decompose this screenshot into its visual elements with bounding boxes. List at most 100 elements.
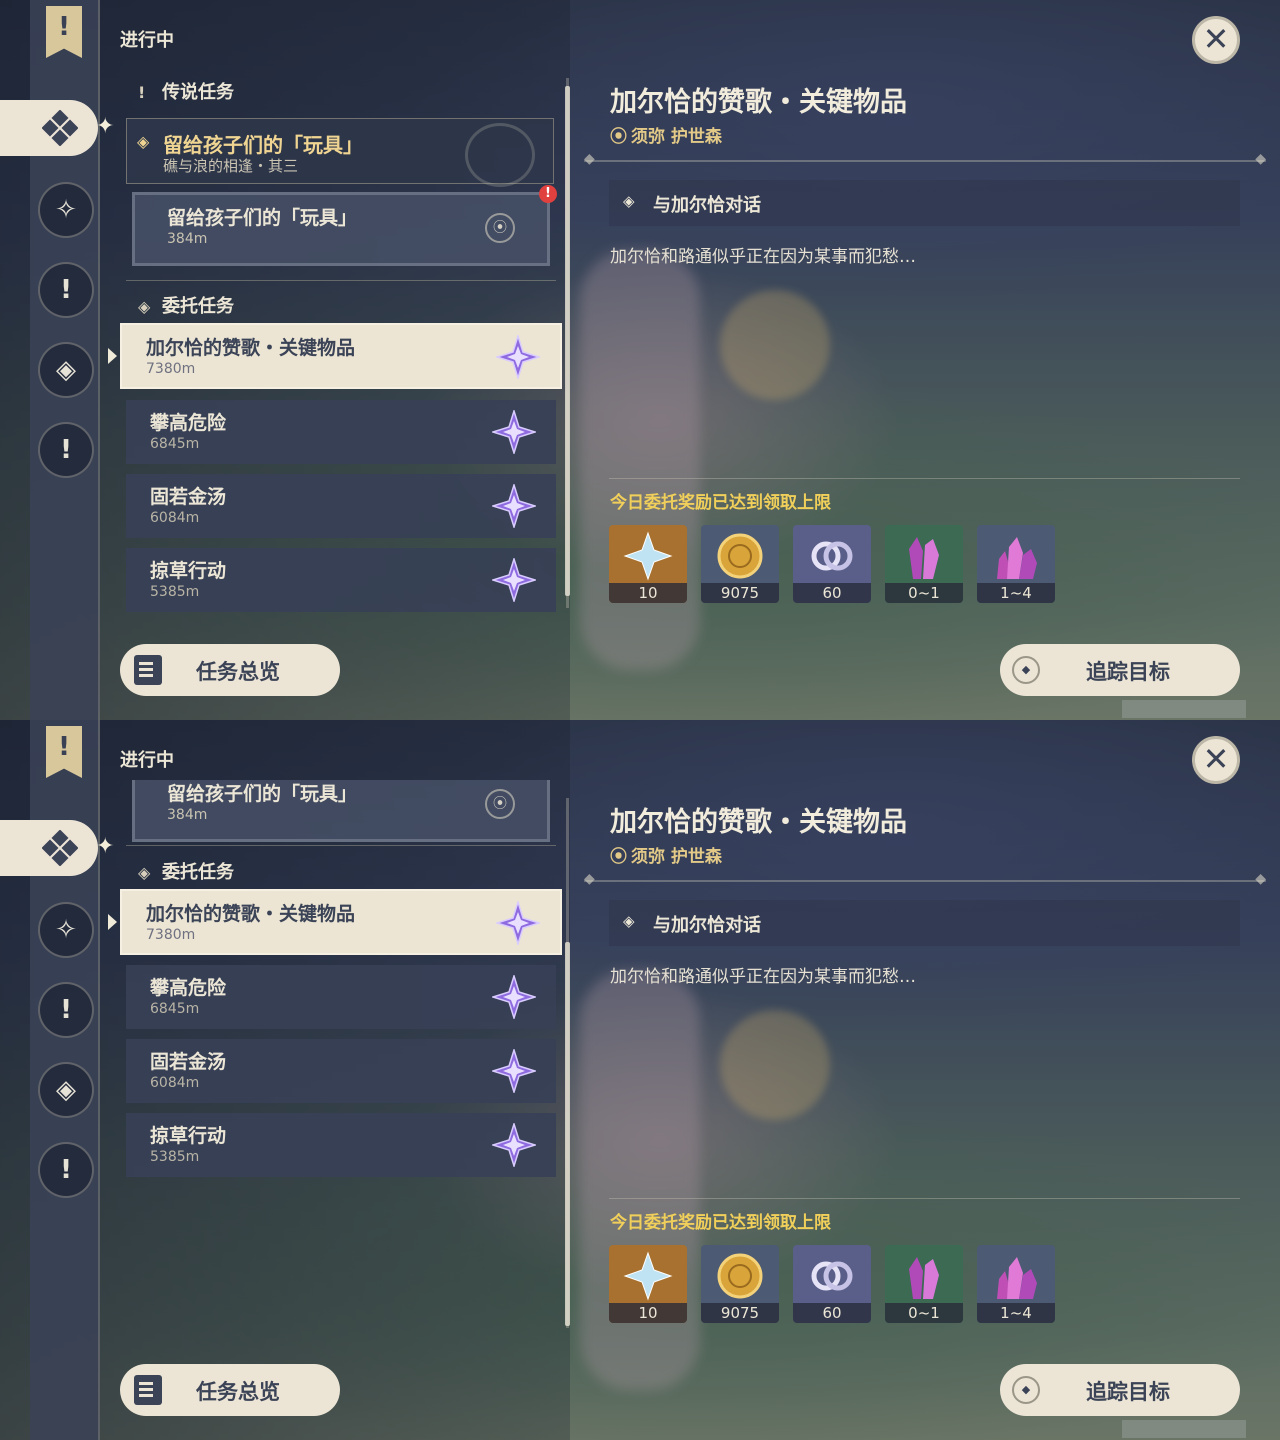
quest-overview-button[interactable]: 任务总览 [120, 1364, 340, 1416]
track-target-icon: ◆ [1012, 656, 1040, 684]
quest-item[interactable]: 固若金汤 6084m [126, 474, 556, 538]
quest-item[interactable]: 攀高危险 6845m [126, 400, 556, 464]
story-quest-icon[interactable]: ! [38, 982, 94, 1038]
commission-star-icon [492, 1123, 536, 1167]
archon-quest-icon[interactable]: ✧ [38, 182, 94, 238]
companionship-icon [811, 541, 853, 571]
commission-star-icon [496, 335, 540, 379]
world-quest-icon[interactable]: ◈ [38, 1062, 94, 1118]
background-crescent [720, 1010, 830, 1120]
quest-distance: 5385m [150, 584, 200, 600]
world-quest-icon[interactable]: ◈ [38, 342, 94, 398]
section-divider [126, 845, 556, 846]
crystal-icon [909, 537, 939, 579]
quest-item[interactable]: 固若金汤 6084m [126, 1039, 556, 1103]
story-quest-icon[interactable]: ! [38, 262, 94, 318]
close-icon[interactable]: ✕ [1192, 16, 1240, 64]
quest-log-view-top: ! ✦ ✧ ! ◈ ! 进行中 ! 传说任务 ◈ 留给孩子们的「玩具」 礁与浪的相… [0, 0, 1280, 720]
background-figure [580, 970, 700, 1390]
reward-mora[interactable]: 9075 [701, 1245, 779, 1323]
uid-strip [1122, 700, 1246, 718]
detail-description: 加尔恰和路通似乎正在因为某事而犯愁… [610, 967, 916, 987]
quest-distance: 6845m [150, 436, 200, 452]
reward-crystal-small[interactable]: 0~1 [885, 525, 963, 603]
list-clip: 留给孩子们的「玩具」 384m ⦿ [126, 780, 566, 854]
legend-section-label: ! 传说任务 [138, 82, 234, 103]
legend-quest-card[interactable]: ◈ 留给孩子们的「玩具」 礁与浪的相逢・其三 [126, 118, 554, 187]
reward-crystal-small[interactable]: 0~1 [885, 1245, 963, 1323]
selected-arrow-icon [108, 348, 117, 364]
quest-item-selected[interactable]: 加尔恰的赞歌・关键物品 7380m [120, 323, 562, 389]
ornament-divider [584, 151, 1266, 167]
objective-diamond-icon: ◈ [623, 192, 635, 210]
subtask-distance: 384m [167, 231, 208, 247]
crystal-cluster-icon [997, 1257, 1037, 1299]
subtask-distance: 384m [167, 807, 208, 823]
selected-arrow-icon [108, 914, 117, 930]
quest-item[interactable]: 攀高危险 6845m [126, 965, 556, 1029]
commission-icon [42, 110, 78, 146]
detail-location: ⦿ 须弥 护世森 [610, 127, 722, 147]
quest-distance: 6084m [150, 510, 200, 526]
primogem-icon [623, 1251, 673, 1301]
reward-crystal[interactable]: 1~4 [977, 525, 1055, 603]
location-pin-icon: ⦿ [610, 847, 627, 867]
ornament-divider [584, 871, 1266, 887]
quest-distance: 6845m [150, 1001, 200, 1017]
objective-diamond-icon: ◈ [623, 912, 635, 930]
alert-badge-icon: ! [539, 185, 557, 203]
detail-title: 加尔恰的赞歌・关键物品 [610, 807, 907, 838]
close-icon[interactable]: ✕ [1192, 736, 1240, 784]
in-progress-label: 进行中 [120, 750, 174, 771]
commission-star-icon [492, 975, 536, 1019]
track-objective-button[interactable]: ◆ 追踪目标 [1000, 1364, 1240, 1416]
quest-overview-button[interactable]: 任务总览 [120, 644, 340, 696]
detail-divider [609, 1198, 1240, 1199]
quest-log-view-bottom: ! ✦ ✧ ! ◈ ! 进行中 留给孩子们的「玩具」 384m ⦿ ◈ 委托任务 … [0, 720, 1280, 1440]
reward-mora[interactable]: 9075 [701, 525, 779, 603]
tab-commission[interactable] [0, 100, 98, 156]
companionship-icon [811, 1261, 853, 1291]
quest-item-selected[interactable]: 加尔恰的赞歌・关键物品 7380m [120, 889, 562, 955]
scrollbar-thumb[interactable] [565, 86, 570, 596]
legend-subtask-card[interactable]: 留给孩子们的「玩具」 384m ⦿ ! [132, 185, 557, 266]
legend-subtask-card[interactable]: 留给孩子们的「玩具」 384m ⦿ [132, 780, 550, 842]
reward-primogem[interactable]: 10 [609, 1245, 687, 1323]
subtask-title: 留给孩子们的「玩具」 [167, 207, 358, 229]
reward-limit-note: 今日委托奖励已达到领取上限 [610, 493, 831, 513]
track-objective-button[interactable]: ◆ 追踪目标 [1000, 644, 1240, 696]
quest-item[interactable]: 掠草行动 5385m [126, 548, 556, 612]
quest-title: 固若金汤 [150, 486, 227, 508]
location-pin-icon: ⦿ [610, 127, 627, 147]
mora-coin-icon [717, 1253, 763, 1299]
legend-quest-icon: ! [138, 83, 146, 102]
crystal-icon [909, 1257, 939, 1299]
commission-section-icon: ◈ [138, 297, 151, 316]
detail-description: 加尔恰和路通似乎正在因为某事而犯愁… [610, 247, 916, 267]
tab-commission[interactable] [0, 820, 98, 876]
exclamation-icon[interactable]: ! [38, 1142, 94, 1198]
commission-star-icon [492, 484, 536, 528]
uid-strip [1122, 1420, 1246, 1438]
quest-distance: 7380m [146, 361, 196, 377]
detail-title: 加尔恰的赞歌・关键物品 [610, 87, 907, 118]
quest-title: 攀高危险 [150, 412, 227, 434]
exclamation-icon[interactable]: ! [38, 422, 94, 478]
scrollbar-thumb[interactable] [565, 942, 570, 1326]
reward-companionship-exp[interactable]: 60 [793, 1245, 871, 1323]
quest-title: 加尔恰的赞歌・关键物品 [146, 903, 356, 925]
reward-companionship-exp[interactable]: 60 [793, 525, 871, 603]
archon-quest-icon[interactable]: ✧ [38, 902, 94, 958]
primogem-icon [623, 531, 673, 581]
background-crescent [720, 290, 830, 400]
quest-emblem-icon [465, 123, 535, 187]
location-pin-icon[interactable]: ⦿ [485, 789, 515, 819]
quest-title: 掠草行动 [150, 1125, 227, 1147]
reward-limit-note: 今日委托奖励已达到领取上限 [610, 1213, 831, 1233]
quest-item[interactable]: 掠草行动 5385m [126, 1113, 556, 1177]
commission-section-label: ◈ 委托任务 [138, 862, 234, 883]
reward-primogem[interactable]: 10 [609, 525, 687, 603]
location-pin-icon[interactable]: ⦿ [485, 213, 515, 243]
sparkle-icon: ✦ [96, 114, 115, 139]
reward-crystal[interactable]: 1~4 [977, 1245, 1055, 1323]
